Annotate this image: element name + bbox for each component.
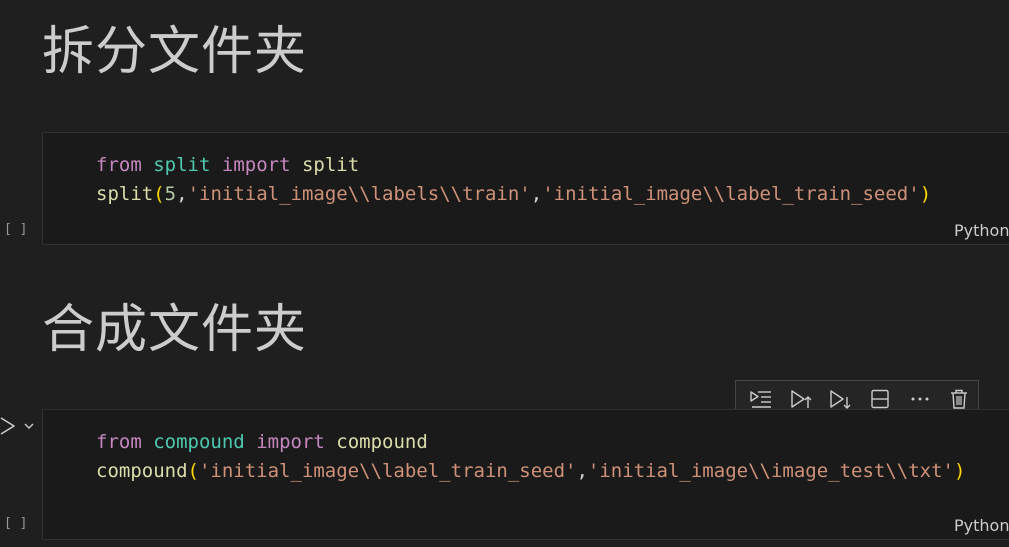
code-token: , — [530, 183, 543, 205]
language-indicator[interactable]: Python — [954, 221, 1009, 240]
run-by-line-icon — [750, 391, 771, 408]
code-token: import — [256, 431, 325, 453]
code-token: split — [153, 154, 211, 176]
code-token: , — [176, 183, 188, 205]
code-token: ) — [919, 183, 932, 205]
code-token: , — [576, 460, 588, 482]
execution-count: [ ] — [4, 516, 28, 531]
code-editor[interactable]: from split import split split(5,'initial… — [96, 151, 931, 209]
code-cell-split[interactable]: from split import split split(5,'initial… — [42, 132, 1009, 245]
code-token: split — [301, 154, 360, 176]
execute-below-icon — [830, 390, 851, 409]
split-cell-icon — [871, 389, 889, 409]
code-token: compound — [153, 431, 245, 453]
code-token: 'initial_image\\labels\\train' — [187, 183, 531, 205]
chevron-down-icon — [24, 423, 34, 429]
code-token: split — [96, 183, 154, 205]
code-token: from — [96, 431, 142, 453]
run-options-dropdown[interactable] — [22, 418, 36, 432]
language-indicator[interactable]: Python — [954, 516, 1009, 535]
markdown-heading-compound-folder: 合成文件夹 — [42, 300, 308, 360]
code-token: 'initial_image\\label_train_seed' — [198, 460, 577, 482]
execution-count: [ ] — [4, 222, 28, 237]
play-icon — [0, 417, 15, 435]
code-token: ( — [187, 460, 199, 482]
delete-cell-icon — [951, 389, 968, 409]
code-token: 5 — [164, 183, 177, 205]
code-token: import — [221, 154, 291, 176]
code-token: 'initial_image\\image_test\\txt' — [587, 460, 954, 482]
code-cell-compound[interactable]: from compound import compound compound('… — [42, 409, 1009, 540]
execute-above-icon — [790, 390, 811, 408]
code-editor[interactable]: from compound import compound compound('… — [96, 428, 965, 486]
code-token: compound — [96, 460, 188, 482]
code-token: compound — [336, 431, 428, 453]
code-token: from — [96, 154, 142, 176]
more-actions-icon — [911, 397, 929, 401]
run-cell-button[interactable] — [0, 414, 18, 438]
code-token: ) — [953, 460, 966, 482]
markdown-heading-split-folder: 拆分文件夹 — [42, 22, 308, 82]
code-token: 'initial_image\\label_train_seed' — [542, 183, 920, 205]
code-token: ( — [153, 183, 165, 205]
